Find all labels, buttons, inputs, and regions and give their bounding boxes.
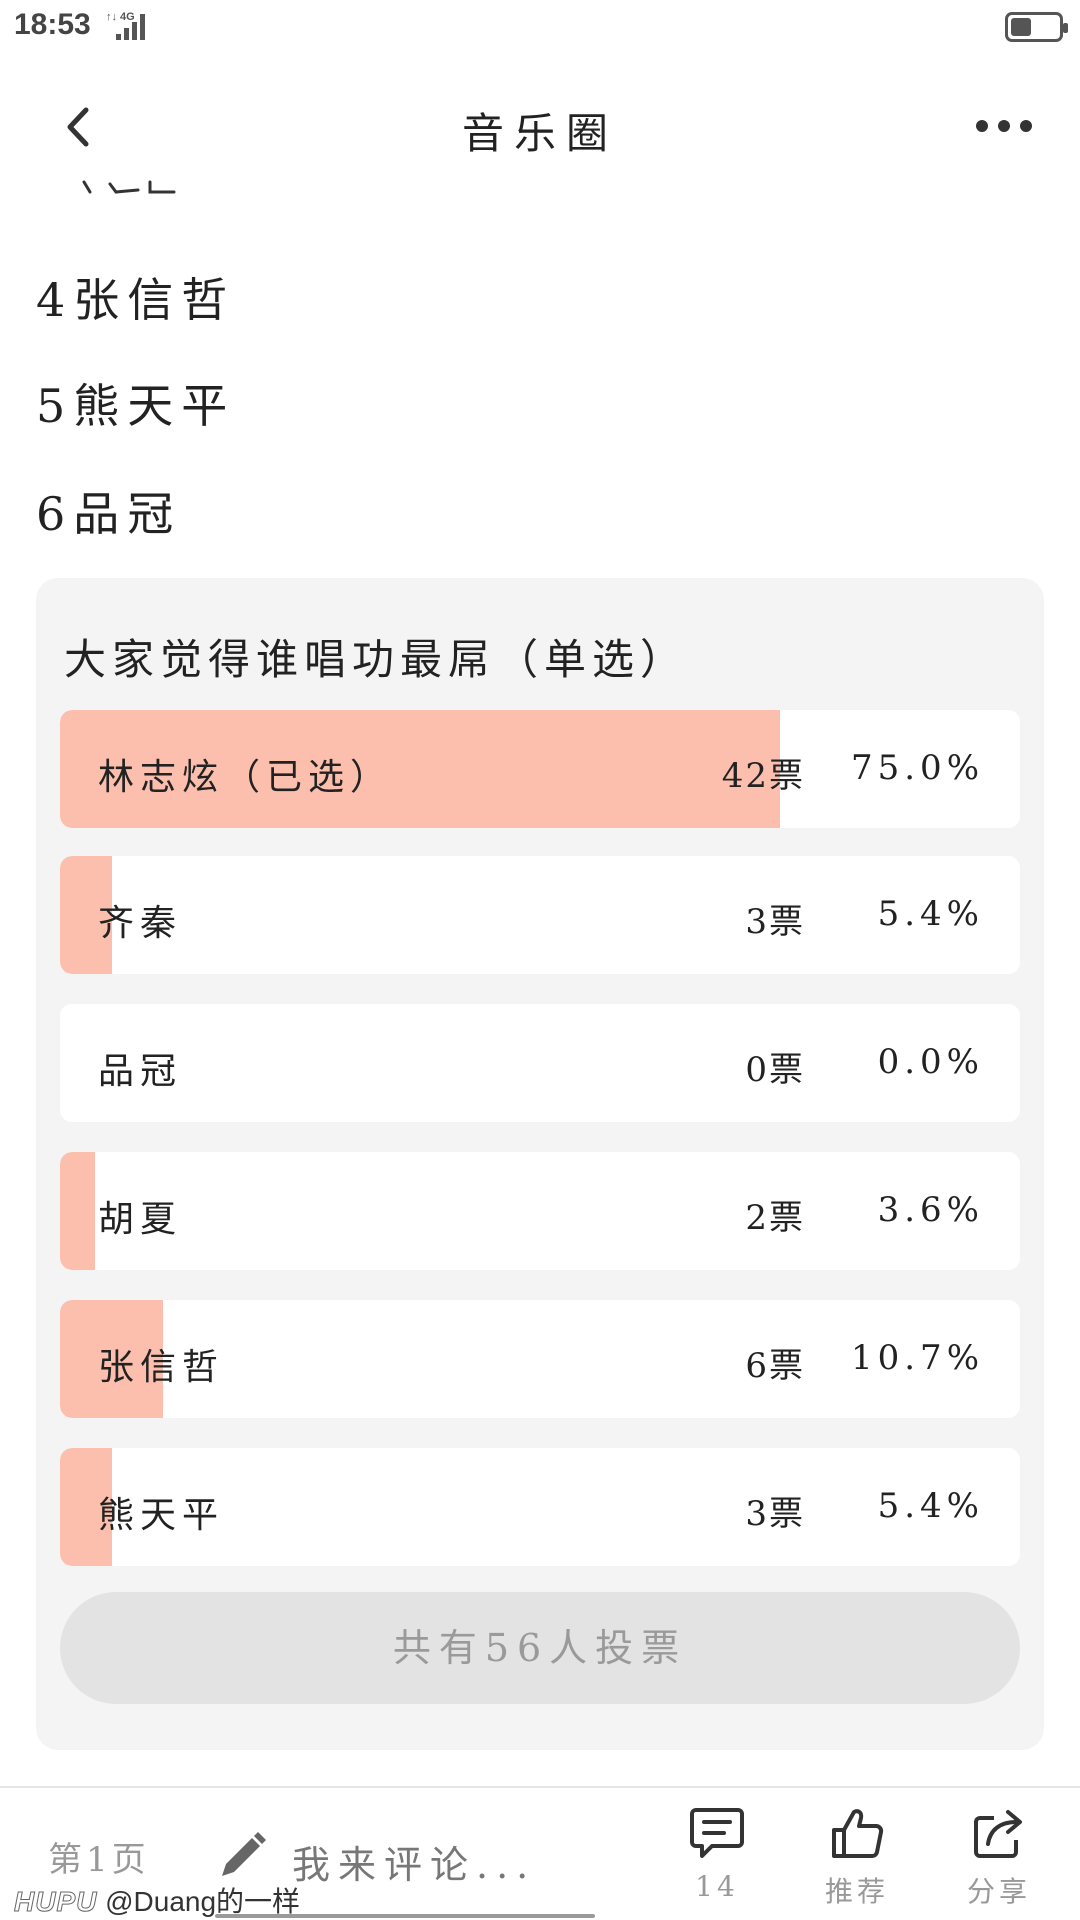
more-icon[interactable] — [974, 114, 1034, 138]
share-button[interactable]: 分享 — [954, 1804, 1044, 1916]
poll-title: 大家觉得谁唱功最屌（单选） — [64, 635, 689, 684]
comment-count-button[interactable]: 14 — [672, 1804, 762, 1916]
poll-option-bar — [60, 1152, 95, 1270]
poll-card: 大家觉得谁唱功最屌（单选） 林志炫（已选） 42票 75.0% 齐秦 3票 5.… — [36, 578, 1044, 1750]
poll-option[interactable]: 林志炫（已选） 42票 75.0% — [60, 710, 1020, 828]
bottom-bar-divider — [0, 1786, 1080, 1788]
watermark-brand: HUPU — [13, 1886, 98, 1918]
poll-option-percent: 10.7% — [850, 1338, 984, 1378]
share-icon — [974, 1810, 1022, 1858]
total-votes-button[interactable]: 共有56人投票 — [60, 1592, 1020, 1704]
share-label: 分享 — [966, 1875, 1031, 1908]
signal-icon: ↑↓ 4G — [106, 11, 145, 40]
scrolled-text-fragment — [82, 180, 176, 194]
nav-bar: 音乐圈 — [0, 70, 1080, 180]
poll-option[interactable]: 胡夏 2票 3.6% — [60, 1152, 1020, 1270]
home-indicator — [215, 1914, 595, 1918]
poll-option-percent: 0.0% — [877, 1042, 984, 1082]
poll-option-percent: 5.4% — [877, 894, 984, 934]
comment-input[interactable]: 我来评论... — [292, 1834, 536, 1889]
poll-option[interactable]: 品冠 0票 0.0% — [60, 1004, 1020, 1122]
poll-option-name: 张信哲 — [98, 1347, 225, 1388]
comment-count: 14 — [695, 1870, 739, 1903]
battery-icon — [1005, 12, 1068, 42]
poll-option-name: 胡夏 — [98, 1199, 183, 1240]
poll-option[interactable]: 张信哲 6票 10.7% — [60, 1300, 1020, 1418]
poll-option-name: 品冠 — [98, 1051, 183, 1092]
network-type: 4G — [120, 11, 135, 23]
list-item: 5熊天平 — [36, 379, 236, 433]
comment-icon — [690, 1808, 744, 1858]
thumbs-up-icon — [832, 1809, 884, 1858]
poll-option[interactable]: 熊天平 3票 5.4% — [60, 1448, 1020, 1566]
page-title: 音乐圈 — [461, 109, 618, 158]
list-item: 4张信哲 — [36, 273, 236, 327]
poll-option-votes: 3票 — [745, 1494, 805, 1534]
poll-option-votes: 3票 — [745, 902, 805, 942]
poll-option-percent: 5.4% — [877, 1486, 984, 1526]
poll-option-name: 齐秦 — [98, 903, 183, 944]
recommend-button[interactable]: 推荐 — [812, 1804, 902, 1916]
poll-option-percent: 75.0% — [850, 748, 984, 788]
status-time: 18:53 — [14, 8, 91, 41]
poll-option-votes: 0票 — [745, 1050, 805, 1090]
svg-text:↑↓: ↑↓ — [106, 11, 117, 23]
list-item: 6品冠 — [36, 487, 182, 541]
poll-option-votes: 2票 — [745, 1198, 805, 1238]
poll-option-votes: 6票 — [745, 1346, 805, 1386]
watermark-user: @Duang的一样 — [105, 1886, 301, 1917]
page-indicator[interactable]: 第1页 — [48, 1832, 150, 1881]
poll-option-votes: 42票 — [721, 756, 805, 796]
recommend-label: 推荐 — [824, 1875, 889, 1908]
pencil-icon[interactable] — [214, 1828, 270, 1884]
poll-option-name: 林志炫（已选） — [98, 757, 393, 798]
poll-option-percent: 3.6% — [877, 1190, 984, 1230]
poll-option-name: 熊天平 — [98, 1495, 225, 1536]
status-bar: 18:53 ↑↓ 4G — [0, 0, 1080, 56]
poll-option[interactable]: 齐秦 3票 5.4% — [60, 856, 1020, 974]
